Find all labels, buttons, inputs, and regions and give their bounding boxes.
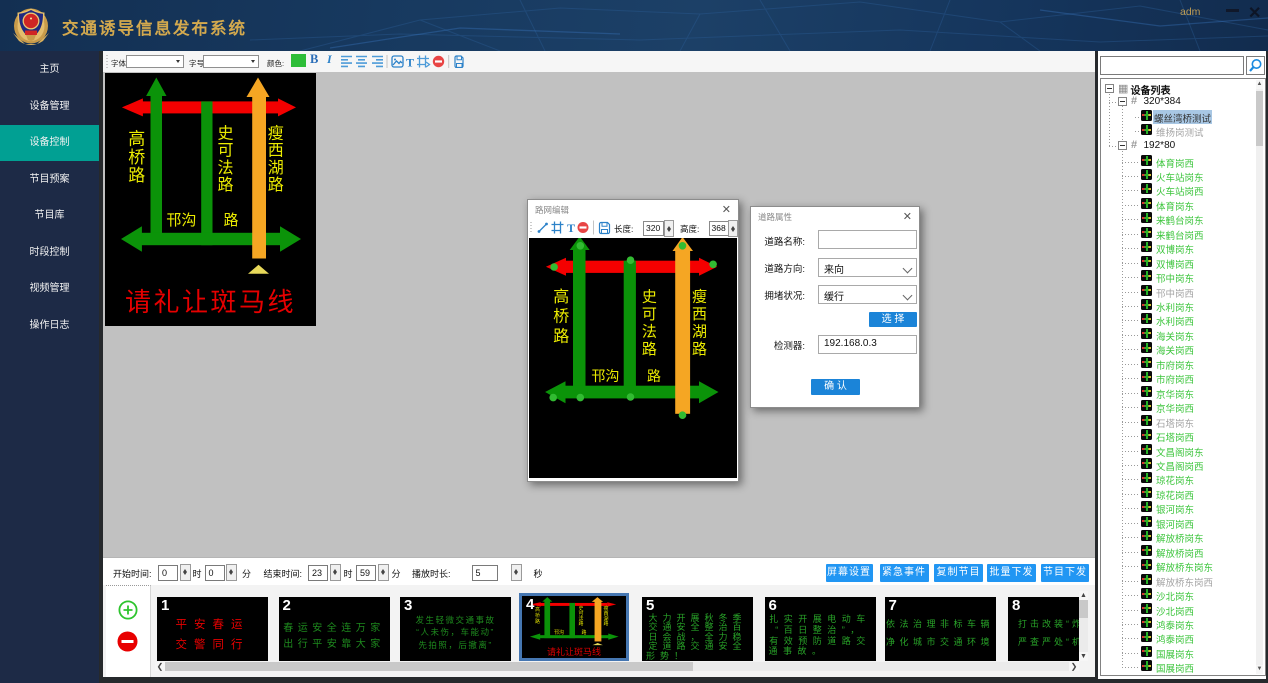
- svg-text:路: 路: [223, 212, 238, 229]
- svg-text:史: 史: [642, 288, 657, 305]
- svg-text:路: 路: [578, 620, 583, 627]
- svg-text:路: 路: [217, 176, 233, 194]
- svg-text:湖: 湖: [692, 323, 707, 340]
- svg-text:路: 路: [553, 327, 569, 345]
- svg-text:桥: 桥: [553, 308, 569, 326]
- svg-text:路: 路: [692, 341, 707, 358]
- svg-text:邗沟: 邗沟: [554, 629, 564, 636]
- svg-text:请礼让斑马线: 请礼让斑马线: [125, 287, 296, 317]
- svg-text:法: 法: [217, 159, 233, 177]
- svg-text:史: 史: [217, 125, 233, 143]
- svg-text:可: 可: [642, 306, 657, 323]
- svg-text:西: 西: [692, 306, 707, 323]
- svg-text:邗沟: 邗沟: [591, 368, 619, 384]
- svg-text:桥: 桥: [535, 612, 540, 619]
- svg-text:T: T: [406, 56, 414, 69]
- svg-text:路: 路: [268, 176, 284, 194]
- svg-text:请礼让斑马线: 请礼让斑马线: [547, 646, 601, 657]
- svg-text:高: 高: [128, 130, 145, 149]
- svg-text:瘦: 瘦: [692, 288, 707, 305]
- svg-text:西: 西: [268, 143, 284, 160]
- svg-text:瘦: 瘦: [268, 125, 284, 143]
- svg-text:路: 路: [128, 166, 145, 185]
- svg-text:路: 路: [581, 629, 586, 636]
- svg-text:路: 路: [647, 368, 661, 384]
- svg-text:可: 可: [217, 143, 233, 160]
- svg-text:桥: 桥: [128, 148, 145, 167]
- svg-text:高: 高: [553, 288, 569, 306]
- svg-text:高: 高: [535, 606, 540, 613]
- svg-text:路: 路: [642, 341, 657, 358]
- svg-text:邗沟: 邗沟: [166, 212, 196, 229]
- svg-text:路: 路: [603, 620, 608, 627]
- svg-text:湖: 湖: [268, 159, 284, 177]
- svg-text:路: 路: [535, 618, 540, 625]
- svg-text:T: T: [567, 221, 575, 235]
- svg-text:法: 法: [642, 323, 657, 340]
